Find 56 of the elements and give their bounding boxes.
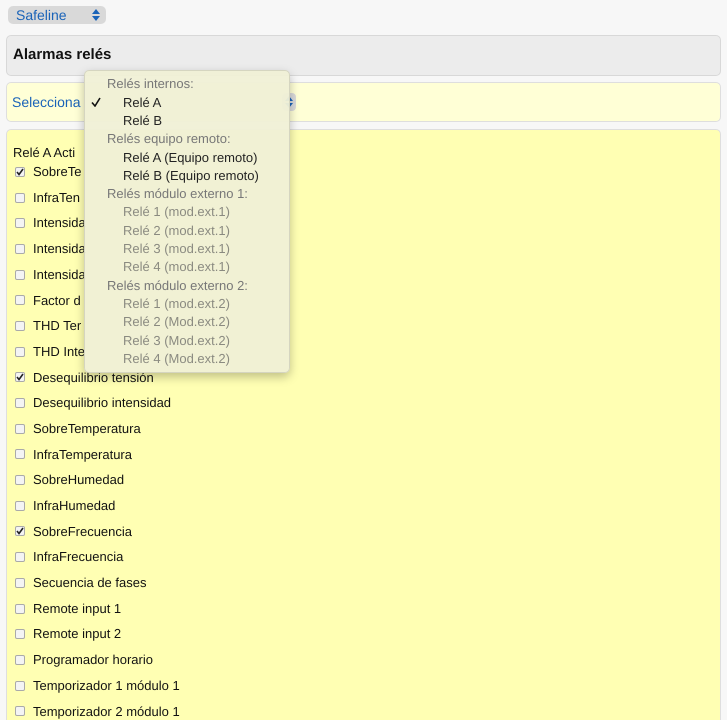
checkbox-label: Intensida [33, 214, 86, 232]
checkbox[interactable] [15, 192, 25, 203]
checkbox[interactable] [15, 654, 25, 665]
checkbox-label: InfraTemperatura [33, 446, 132, 464]
checkbox[interactable] [15, 604, 25, 614]
checkbox[interactable] [15, 424, 25, 434]
checkbox-label: Secuencia de fases [33, 574, 146, 592]
checkbox-label: THD Inte [33, 342, 86, 361]
checkbox-label: SobreTe [33, 163, 82, 182]
checkbox[interactable] [15, 449, 25, 460]
checkbox-label: Desequilibrio tensión [33, 368, 154, 387]
checkbox[interactable] [15, 578, 25, 588]
menu-item[interactable]: Relé A (Equipo remoto) [85, 148, 289, 166]
checkbox-label: Temporizador 2 módulo 1 [33, 702, 180, 720]
menu-group-label: Relés módulo externo 2: [106, 276, 249, 295]
checkbox-label: SobreFrecuencia [33, 522, 132, 541]
checkbox-label: Remote input 2 [33, 625, 122, 644]
checkbox-label: Desequilibrio intensidad [33, 394, 172, 412]
checkbox-label: THD Ter [33, 317, 82, 336]
checkbox-label: Factor d [33, 292, 81, 310]
checkbox[interactable] [15, 398, 25, 408]
menu-item[interactable]: Relé B [85, 112, 289, 130]
checkbox[interactable] [15, 372, 25, 382]
device-select[interactable]: Safeline [8, 6, 106, 24]
menu-group-label: Relés equipo remoto: [106, 130, 232, 148]
checkbox-label: InfraTen [33, 188, 80, 207]
checkbox-label: InfraFrecuencia [33, 548, 124, 566]
section-title: Alarmas relés [13, 45, 112, 66]
checkbox[interactable] [15, 706, 25, 716]
checkbox-label: Intensida [33, 240, 86, 258]
checkbox-label: SobreHumedad [33, 471, 124, 490]
checkbox-label: Temporizador 1 módulo 1 [33, 676, 180, 695]
checkbox-label: Intensida [33, 266, 86, 284]
checkbox[interactable] [15, 218, 25, 228]
checkbox[interactable] [15, 166, 25, 177]
checkbox[interactable] [15, 500, 25, 511]
panel-title: Relé A Acti [13, 145, 76, 160]
checkbox[interactable] [15, 295, 25, 306]
checkbox[interactable] [15, 270, 25, 280]
checkbox-label: Programador horario [33, 651, 153, 670]
menu-item[interactable]: Relé A [85, 93, 289, 112]
checkbox[interactable] [15, 475, 25, 486]
checkbox[interactable] [15, 244, 25, 254]
menu-group-label: Relés módulo externo 1: [106, 185, 249, 204]
checkbox[interactable] [15, 346, 25, 357]
updown-arrows-icon [92, 9, 100, 21]
checkbox[interactable] [15, 680, 25, 691]
menu-item[interactable]: Relé B (Equipo remoto) [85, 166, 289, 185]
checkbox-label: SobreTemperatura [33, 420, 141, 438]
menu-group-label: Relés internos: [106, 75, 195, 94]
checkbox-label: InfraHumedad [33, 497, 116, 516]
checkbox[interactable] [15, 320, 25, 331]
checkbox-label: Remote input 1 [33, 600, 122, 618]
checkbox[interactable] [15, 629, 25, 640]
checkbox[interactable] [15, 526, 25, 536]
checkbox[interactable] [15, 552, 25, 562]
